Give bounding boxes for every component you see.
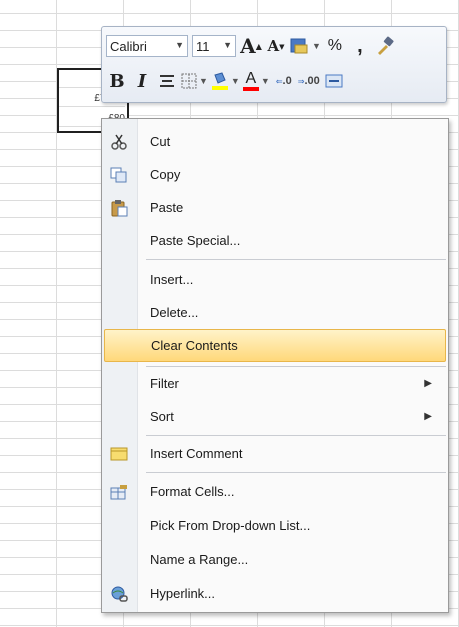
menu-item-clear-contents[interactable]: Clear Contents xyxy=(104,329,446,362)
menu-item-label: Paste xyxy=(150,200,184,215)
borders-button[interactable]: ▼ xyxy=(181,69,208,93)
font-name-combo[interactable]: Calibri ▼ xyxy=(106,35,188,57)
shrink-font-button[interactable]: A ▼ xyxy=(265,34,287,58)
menu-item-paste[interactable]: Paste xyxy=(104,191,446,224)
menu-item-label: Insert... xyxy=(150,272,194,287)
menu-item-name-range[interactable]: Name a Range... xyxy=(104,543,446,576)
scissors-icon xyxy=(104,125,134,158)
menu-item-label: Format Cells... xyxy=(150,484,235,499)
copy-icon xyxy=(104,158,134,191)
context-menu: Cut Copy Paste Paste Special... Insert..… xyxy=(101,118,449,613)
comment-icon xyxy=(104,437,134,470)
menu-item-format-cells[interactable]: Format Cells... xyxy=(104,475,446,508)
menu-item-label: Copy xyxy=(150,167,181,182)
menu-item-label: Clear Contents xyxy=(151,338,238,353)
menu-item-label: Cut xyxy=(150,134,171,149)
increase-decimal-button[interactable]: ⇐ .0 xyxy=(273,69,295,93)
submenu-arrow-icon: ▶ xyxy=(424,411,432,422)
menu-separator xyxy=(146,435,446,436)
accounting-format-icon xyxy=(290,38,308,54)
borders-icon xyxy=(181,73,197,89)
menu-item-hyperlink[interactable]: Hyperlink... xyxy=(104,577,446,610)
fill-color-button[interactable]: ▼ xyxy=(211,69,240,93)
accounting-format-button[interactable]: ▼ xyxy=(290,34,321,58)
percent-style-button[interactable]: % xyxy=(324,34,346,58)
align-center-icon xyxy=(160,75,174,87)
menu-item-label: Hyperlink... xyxy=(150,586,216,601)
menu-item-insert-comment[interactable]: Insert Comment xyxy=(104,437,446,470)
menu-item-paste-special[interactable]: Paste Special... xyxy=(104,224,446,257)
menu-separator xyxy=(146,259,446,260)
menu-item-label: Name a Range... xyxy=(150,552,249,567)
mini-toolbar: Calibri ▼ 11 ▼ A ▲ A ▼ ▼ % , B I ▼ ▼ A ▼… xyxy=(101,26,447,103)
menu-item-insert[interactable]: Insert... xyxy=(104,263,446,296)
font-name-value: Calibri xyxy=(110,38,147,54)
submenu-arrow-icon: ▶ xyxy=(424,378,432,389)
menu-item-cut[interactable]: Cut xyxy=(104,125,446,158)
menu-item-label: Pick From Drop-down List... xyxy=(150,518,311,533)
center-align-button[interactable] xyxy=(156,69,178,93)
menu-item-filter[interactable]: Filter ▶ xyxy=(104,367,446,400)
merge-center-icon xyxy=(325,74,343,88)
menu-item-sort[interactable]: Sort ▶ xyxy=(104,400,446,433)
italic-button[interactable]: I xyxy=(131,69,153,93)
bold-button[interactable]: B xyxy=(106,69,128,93)
format-cells-icon xyxy=(104,475,134,508)
menu-separator xyxy=(146,472,446,473)
hyperlink-icon xyxy=(104,577,134,610)
comma-style-button[interactable]: , xyxy=(349,34,371,58)
format-painter-icon xyxy=(377,36,394,55)
font-size-value: 11 xyxy=(196,38,210,54)
menu-item-label: Sort xyxy=(150,409,174,424)
font-size-combo[interactable]: 11 ▼ xyxy=(192,35,236,57)
menu-item-label: Insert Comment xyxy=(150,446,243,461)
menu-item-delete[interactable]: Delete... xyxy=(104,296,446,329)
chevron-down-icon[interactable]: ▼ xyxy=(175,40,184,50)
chevron-down-icon[interactable]: ▼ xyxy=(223,40,232,50)
menu-item-label: Delete... xyxy=(150,305,199,320)
format-painter-button[interactable] xyxy=(374,34,396,58)
paste-icon xyxy=(104,191,134,224)
grow-font-button[interactable]: A ▲ xyxy=(240,34,262,58)
menu-item-pick-from-list[interactable]: Pick From Drop-down List... xyxy=(104,509,446,542)
menu-item-copy[interactable]: Copy xyxy=(104,158,446,191)
paint-bucket-icon xyxy=(211,72,228,90)
menu-item-label: Paste Special... xyxy=(150,233,241,248)
decrease-decimal-button[interactable]: ⇒ .00 xyxy=(298,69,320,93)
merge-center-button[interactable] xyxy=(323,69,345,93)
menu-item-label: Filter xyxy=(150,376,179,391)
font-color-button[interactable]: A ▼ xyxy=(242,69,270,93)
